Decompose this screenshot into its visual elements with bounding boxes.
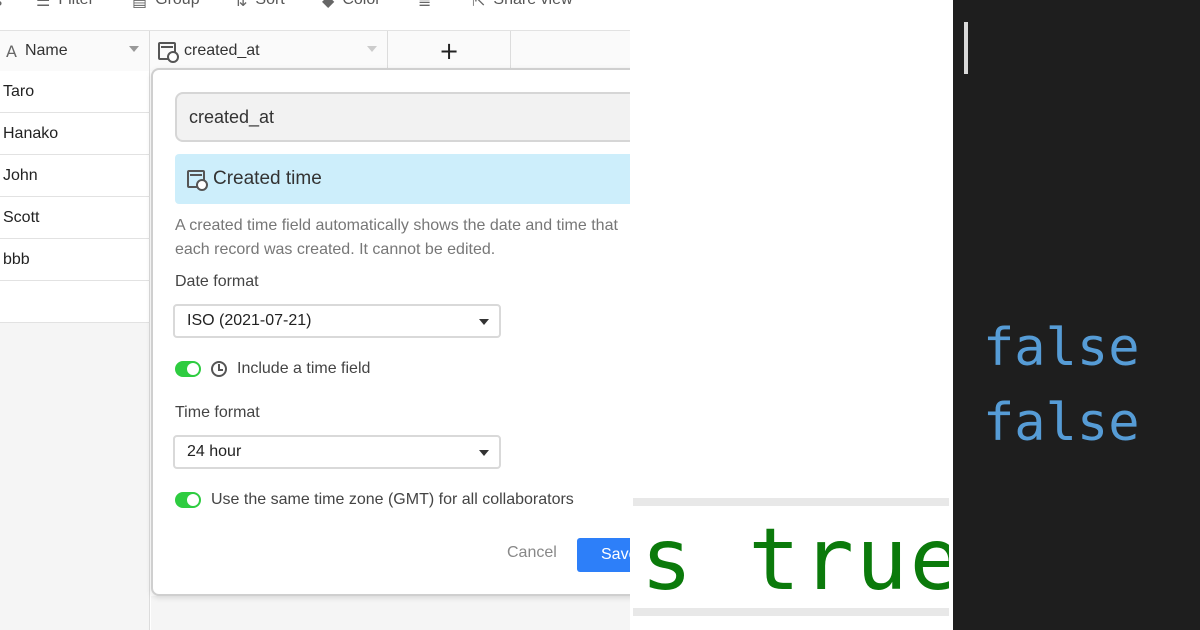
group-label: Group — [155, 0, 199, 9]
field-name-value: created_at — [189, 106, 275, 127]
table-row[interactable]: Scott — [0, 197, 150, 239]
sort-icon: ⇅ — [234, 0, 248, 10]
terminal-output-line: false — [983, 393, 1140, 453]
date-format-select[interactable]: ISO (2021-07-21) — [173, 304, 501, 338]
table-row[interactable]: Taro — [0, 71, 150, 113]
caret-down-icon — [479, 319, 489, 325]
share-icon: ⇱ — [472, 0, 486, 10]
column-header-label: created_at — [184, 42, 260, 59]
calendar-icon — [158, 42, 179, 63]
add-column-button[interactable]: + — [388, 31, 511, 71]
save-button[interactable]: Save — [577, 538, 630, 572]
date-format-label: Date format — [175, 273, 259, 290]
code-strip: is true — [633, 498, 949, 616]
include-time-row: Include a time field — [175, 360, 370, 378]
share-view-label: Share view — [493, 0, 572, 9]
include-time-label: Include a time field — [237, 360, 371, 377]
column-header-created-at[interactable]: created_at — [150, 31, 388, 71]
cell-name: Taro — [3, 82, 35, 100]
add-column-icon: + — [438, 37, 460, 65]
terminal-panel: false false — [953, 0, 1200, 630]
description-line: A created time field automatically shows… — [175, 217, 618, 234]
view-toolbar: s ☰ Filter ▤ Group ⇅ Sort ◆ Color ≣ ⇱ Sh… — [0, 0, 630, 14]
grid-empty-area-right — [151, 596, 630, 630]
column-header-name[interactable]: A Name — [0, 31, 150, 71]
terminal-output-line: false — [983, 318, 1140, 378]
same-timezone-toggle[interactable] — [175, 492, 201, 508]
date-format-value: ISO (2021-07-21) — [187, 312, 312, 329]
cell-name: John — [3, 166, 38, 184]
cell-name: Hanako — [3, 124, 59, 142]
field-type-label: Created time — [213, 168, 322, 189]
code-snippet-panel: is true — [633, 0, 953, 630]
add-row-area[interactable] — [0, 281, 150, 323]
share-view-button[interactable]: ⇱ Share view — [472, 0, 573, 14]
filter-icon: ☰ — [36, 0, 51, 10]
toolbar-cut-item[interactable]: s — [0, 0, 2, 14]
table-row[interactable]: bbb — [0, 239, 150, 281]
chevron-down-icon[interactable] — [367, 46, 377, 52]
grid-rows: Taro Hanako John Scott bbb — [0, 71, 150, 323]
field-name-input[interactable]: created_at — [175, 92, 630, 142]
row-height-icon: ≣ — [418, 0, 432, 10]
field-type-description: A created time field automatically shows… — [175, 214, 630, 262]
clock-icon — [211, 361, 227, 377]
cancel-button[interactable]: Cancel — [507, 544, 557, 562]
cell-name: Scott — [3, 208, 40, 226]
filter-button[interactable]: ☰ Filter — [36, 0, 94, 14]
column-header-label: Name — [24, 42, 68, 59]
field-config-dialog: created_at Created time A created time f… — [151, 68, 630, 596]
chevron-down-icon[interactable] — [129, 46, 139, 52]
color-icon: ◆ — [322, 0, 335, 10]
table-row[interactable]: Hanako — [0, 113, 150, 155]
include-time-toggle[interactable] — [175, 361, 201, 377]
cell-name: bbb — [3, 250, 30, 268]
grid-header: A Name created_at + — [0, 30, 630, 71]
grid-empty-area — [0, 323, 150, 630]
table-row[interactable]: John — [0, 155, 150, 197]
filter-label: Filter — [58, 0, 94, 9]
spreadsheet-app: s ☰ Filter ▤ Group ⇅ Sort ◆ Color ≣ ⇱ Sh… — [0, 0, 630, 630]
text-cursor — [964, 22, 968, 74]
sort-button[interactable]: ⇅ Sort — [234, 0, 285, 14]
same-timezone-label: Use the same time zone (GMT) for all col… — [211, 491, 574, 508]
row-height-button[interactable]: ≣ — [418, 0, 431, 14]
description-line: each record was created. It cannot be ed… — [175, 241, 496, 258]
code-output-text: is true — [633, 510, 949, 610]
created-time-icon — [187, 170, 208, 191]
text-field-icon: A — [6, 41, 17, 61]
partial-icon: s — [0, 0, 2, 10]
same-timezone-row: Use the same time zone (GMT) for all col… — [175, 491, 574, 509]
time-format-value: 24 hour — [187, 443, 242, 460]
color-button[interactable]: ◆ Color — [322, 0, 381, 14]
time-format-select[interactable]: 24 hour — [173, 435, 501, 469]
field-type-option-created-time[interactable]: Created time — [175, 154, 630, 204]
caret-down-icon — [479, 450, 489, 456]
time-format-label: Time format — [175, 404, 260, 421]
group-button[interactable]: ▤ Group — [132, 0, 200, 14]
color-label: Color — [342, 0, 380, 9]
group-icon: ▤ — [132, 0, 148, 10]
sort-label: Sort — [255, 0, 284, 9]
